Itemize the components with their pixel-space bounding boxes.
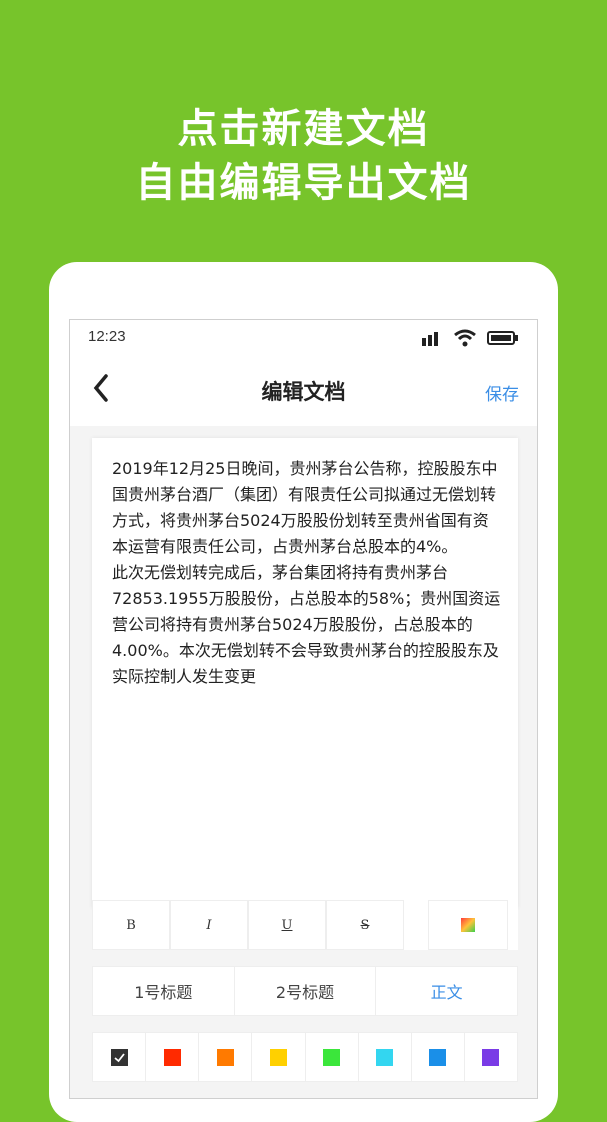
swatch-fill [323, 1048, 341, 1066]
promo-headline-line1: 点击新建文档 [177, 106, 430, 152]
phone-screen: 12:23 编辑文档 保存 2019年12月25日晚间，贵州茅台公告称，控股股东… [69, 319, 538, 1099]
wifi-icon [454, 329, 476, 347]
check-icon [110, 1048, 128, 1066]
color-swatch-6[interactable] [412, 1033, 465, 1081]
heading1-button[interactable]: 1号标题 [93, 967, 235, 1015]
swatch-fill [429, 1048, 447, 1066]
italic-button[interactable]: I [170, 900, 248, 950]
promo-headline-line2: 自由编辑导出文档 [135, 160, 472, 206]
save-button[interactable]: 保存 [485, 380, 519, 405]
document-paragraph-1: 2019年12月25日晚间，贵州茅台公告称，控股股东中国贵州茅台酒厂（集团）有限… [112, 459, 498, 556]
color-swatch-1[interactable] [146, 1033, 200, 1081]
status-bar: 12:23 [70, 320, 537, 356]
bold-button[interactable]: B [92, 900, 170, 950]
swatch-fill [163, 1048, 181, 1066]
color-swatch-2[interactable] [199, 1033, 253, 1081]
underline-button[interactable]: U [248, 900, 326, 950]
format-toolbar: B I U S [92, 900, 518, 950]
signal-icon [422, 332, 438, 346]
color-swatch-4[interactable] [306, 1033, 359, 1081]
color-palette [92, 1032, 518, 1082]
heading2-button[interactable]: 2号标题 [235, 967, 377, 1015]
color-swatch-3[interactable] [252, 1033, 306, 1081]
text-color-button[interactable] [428, 900, 508, 950]
color-swatch-0[interactable] [93, 1033, 147, 1081]
page-title: 编辑文档 [261, 380, 346, 404]
color-swatch-7[interactable] [465, 1033, 517, 1081]
swatch-fill [269, 1048, 287, 1066]
document-editor[interactable]: 2019年12月25日晚间，贵州茅台公告称，控股股东中国贵州茅台酒厂（集团）有限… [92, 438, 518, 908]
swatch-fill [376, 1048, 394, 1066]
swatch-fill [482, 1048, 500, 1066]
strikethrough-button[interactable]: S [326, 900, 404, 950]
nav-bar: 编辑文档 保存 [70, 356, 537, 426]
swatch-fill [216, 1048, 234, 1066]
color-swatch-5[interactable] [359, 1033, 412, 1081]
document-text[interactable]: 2019年12月25日晚间，贵州茅台公告称，控股股东中国贵州茅台酒厂（集团）有限… [112, 456, 502, 690]
document-paragraph-2: 此次无偿划转完成后，茅台集团将持有贵州茅台72853.1955万股股份，占总股本… [112, 563, 501, 686]
color-picker-icon [461, 918, 475, 932]
battery-icon [487, 331, 518, 345]
status-time: 12:23 [88, 328, 126, 345]
body-text-button[interactable]: 正文 [376, 967, 517, 1015]
heading-toolbar: 1号标题 2号标题 正文 [92, 966, 518, 1016]
